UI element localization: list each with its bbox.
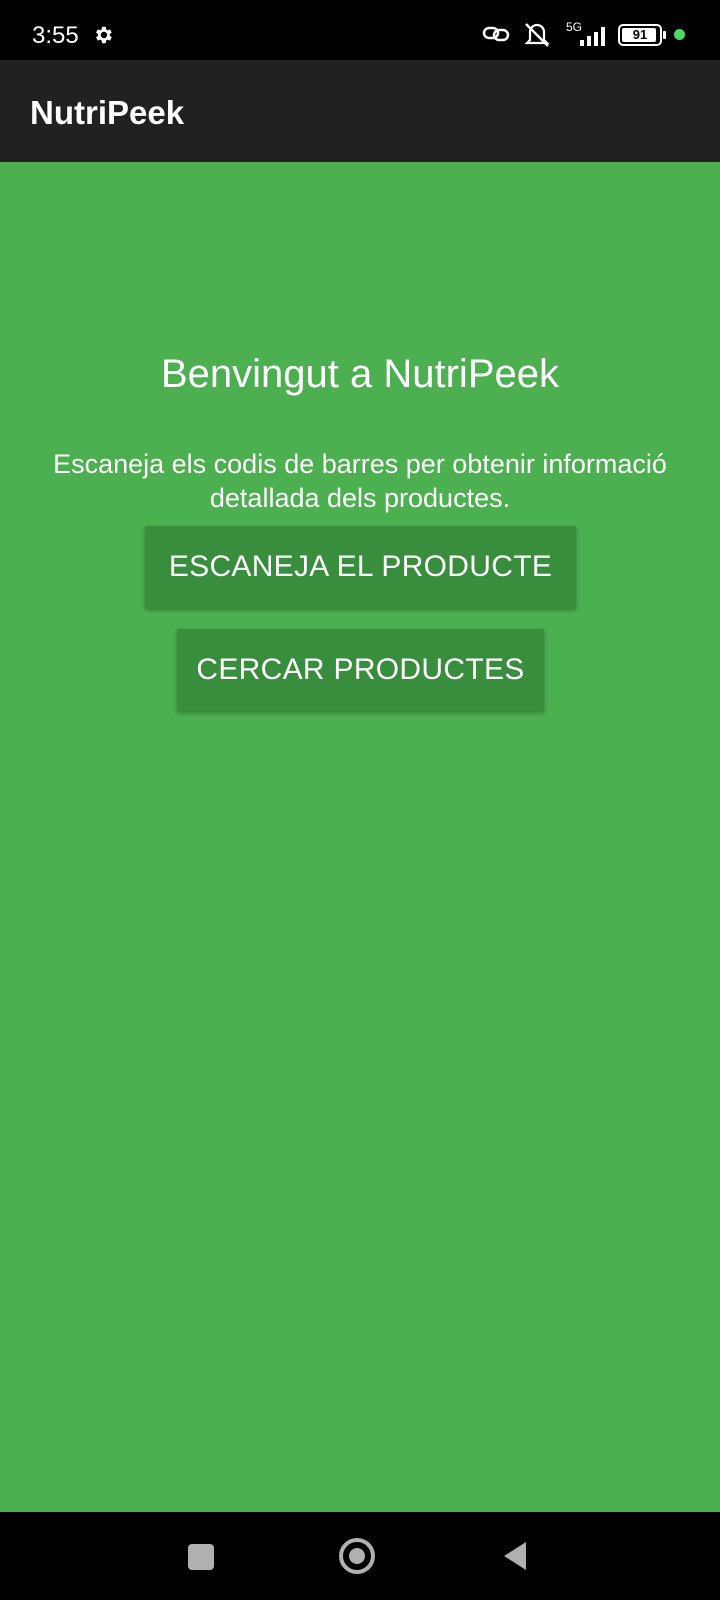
subtitle-text: Escaneja els codis de barres per obtenir… bbox=[53, 449, 667, 513]
status-icons: 5G 91 bbox=[460, 0, 720, 60]
signal-icon bbox=[580, 27, 605, 46]
battery-level: 91 bbox=[632, 27, 648, 42]
recents-icon[interactable] bbox=[188, 1544, 214, 1570]
status-time: 3:55 bbox=[32, 22, 79, 49]
app-bar: NutriPeek bbox=[0, 60, 720, 162]
dot-icon bbox=[674, 29, 685, 40]
scan-product-button[interactable]: ESCANEJA EL PRODUCTE bbox=[145, 526, 576, 608]
home-inner-dot bbox=[349, 1548, 365, 1564]
welcome-heading: Benvingut a NutriPeek bbox=[160, 352, 559, 396]
app-title: NutriPeek bbox=[30, 94, 185, 131]
search-products-button[interactable]: CERCAR PRODUCTES bbox=[177, 629, 544, 711]
gear-icon bbox=[96, 26, 112, 44]
link-icon bbox=[482, 26, 510, 42]
nav-bar bbox=[0, 1512, 720, 1600]
home-icon[interactable] bbox=[339, 1538, 375, 1574]
status-bar: 3:55 5G 91 bbox=[0, 0, 720, 60]
main-content: Benvingut a NutriPeek Escaneja els codis… bbox=[0, 162, 720, 1512]
back-icon[interactable] bbox=[502, 1540, 528, 1572]
battery-icon: 91 bbox=[618, 24, 666, 46]
mute-icon bbox=[524, 23, 550, 47]
